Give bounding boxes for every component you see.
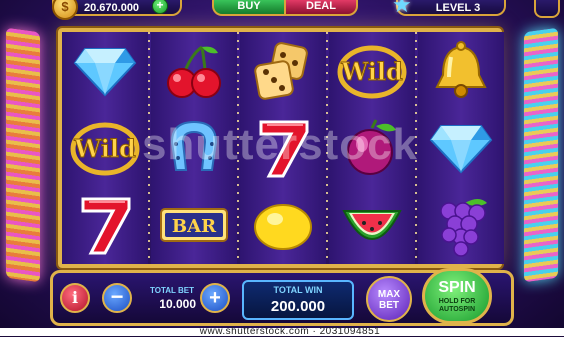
horseshoe-symbol bbox=[151, 109, 237, 186]
autospin-hint: HOLD FOR AUTOSPIN bbox=[438, 298, 476, 313]
reel-separator bbox=[148, 32, 150, 264]
buy-button[interactable]: BUY bbox=[212, 0, 286, 16]
reel-5 bbox=[418, 32, 504, 264]
level-indicator: LEVEL 3 bbox=[396, 0, 506, 16]
reel-separator bbox=[415, 32, 417, 264]
dice-symbol bbox=[240, 32, 326, 109]
svg-text:Wild: Wild bbox=[73, 134, 136, 163]
total-win-box: TOTAL WIN 200.000 bbox=[242, 280, 354, 320]
reel-separator bbox=[326, 32, 328, 264]
grapes-symbol bbox=[418, 186, 504, 263]
total-bet-label: TOTAL BET bbox=[150, 286, 194, 295]
diamond-symbol bbox=[418, 109, 504, 186]
top-bar: 20.670.000 $ + BUY DEAL LEVEL 3 ★ bbox=[0, 0, 564, 22]
star-icon: ★ bbox=[392, 0, 412, 17]
bell-symbol bbox=[418, 32, 504, 109]
wild-symbol: Wild bbox=[329, 32, 415, 109]
spin-label: SPIN bbox=[438, 279, 476, 296]
reel-1: Wild 7 bbox=[62, 32, 148, 264]
total-win-value: 200.000 bbox=[270, 298, 326, 315]
reel-2: BAR bbox=[151, 32, 237, 264]
info-button[interactable]: i bbox=[60, 283, 90, 313]
total-bet-value: 10.000 bbox=[159, 297, 196, 311]
seven-symbol: 7 bbox=[62, 186, 148, 263]
svg-text:BAR: BAR bbox=[172, 216, 217, 237]
coin-icon: $ bbox=[52, 0, 78, 20]
menu-button[interactable] bbox=[534, 0, 560, 18]
right-light-pillar bbox=[524, 27, 558, 283]
wild-symbol: Wild bbox=[62, 109, 148, 186]
svg-text:Wild: Wild bbox=[340, 57, 403, 86]
spin-button[interactable]: SPIN HOLD FOR AUTOSPIN bbox=[422, 268, 492, 324]
footer-text: www.shutterstock.com · 2031094851 bbox=[199, 326, 381, 337]
reel-3: 7 bbox=[240, 32, 326, 264]
diamond-symbol bbox=[62, 32, 148, 109]
cherry-symbol bbox=[151, 32, 237, 109]
increase-bet-button[interactable]: + bbox=[200, 283, 230, 313]
max-bet-button[interactable]: MAX BET bbox=[366, 276, 412, 322]
left-light-pillar bbox=[6, 27, 40, 283]
watermelon-symbol bbox=[329, 186, 415, 263]
reel-separator bbox=[237, 32, 239, 264]
total-win-label: TOTAL WIN bbox=[273, 285, 323, 295]
bar-symbol: BAR bbox=[151, 186, 237, 263]
reel-4: Wild bbox=[329, 32, 415, 264]
lemon-symbol bbox=[240, 186, 326, 263]
decrease-bet-button[interactable]: − bbox=[102, 283, 132, 313]
deal-button[interactable]: DEAL bbox=[284, 0, 358, 16]
seven-symbol: 7 bbox=[240, 109, 326, 186]
plum-symbol bbox=[329, 109, 415, 186]
reel-frame: Wild 7 BAR 7 Wild bbox=[58, 28, 504, 268]
